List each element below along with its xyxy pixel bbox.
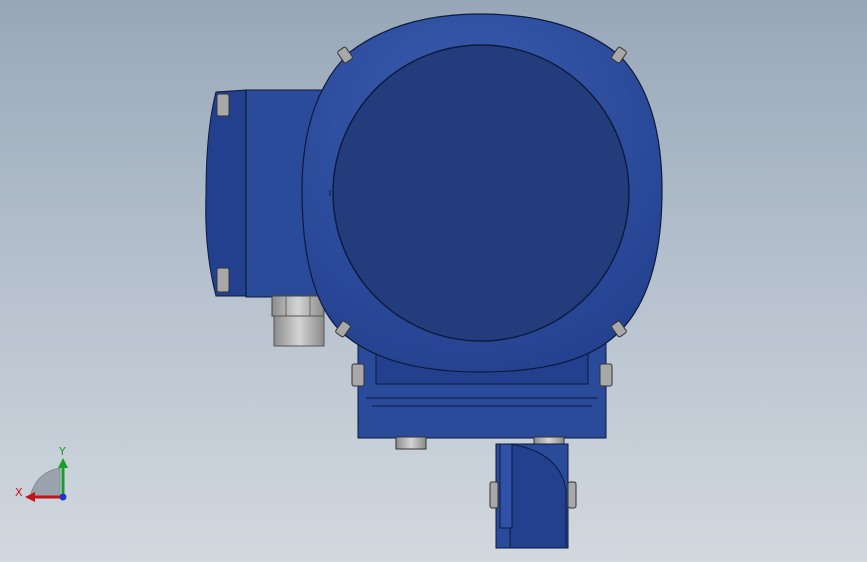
triad-y-label: Y	[58, 445, 66, 458]
foot-bolt-left	[489, 481, 499, 509]
mounting-foot[interactable]	[489, 443, 577, 549]
z-axis-origin	[59, 493, 67, 501]
yoke-bolt-right	[599, 363, 613, 387]
nut-bottom-left	[395, 436, 427, 450]
yoke-bolt-left	[351, 363, 365, 387]
screw-top-left	[216, 93, 230, 117]
main-housing[interactable]	[301, 13, 663, 373]
housing-cover-face[interactable]	[332, 44, 630, 342]
3d-model-viewport[interactable]: Y X	[0, 0, 867, 562]
triad-x-label: X	[15, 486, 23, 499]
screw-bottom-left	[216, 267, 230, 293]
coordinate-triad: Y X	[15, 445, 68, 502]
foot-bolt-right	[567, 481, 577, 509]
cable-gland[interactable]	[271, 295, 325, 347]
